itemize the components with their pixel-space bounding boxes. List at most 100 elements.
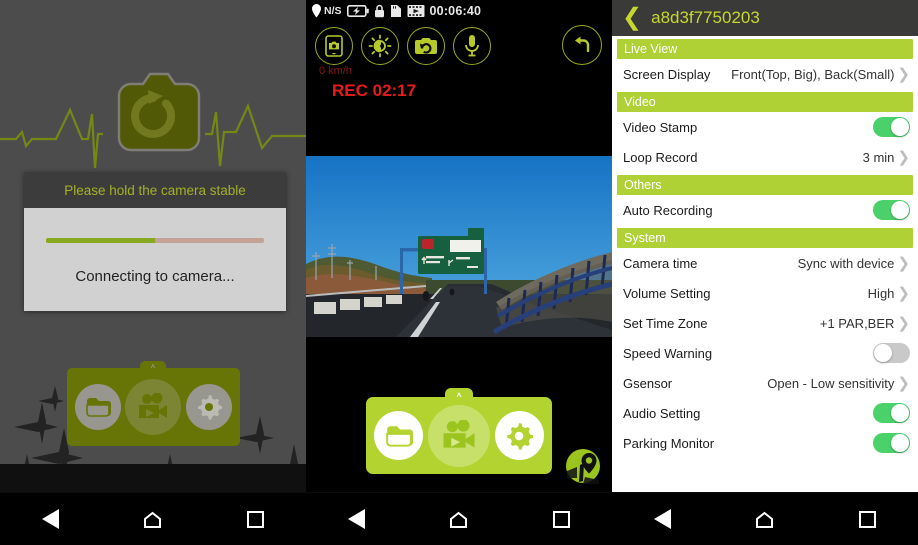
- android-navbar: [612, 492, 918, 545]
- triangle-back-icon[interactable]: [42, 509, 60, 529]
- screenshot-root: ˄: [0, 0, 918, 545]
- recording-clock: 00:06:40: [429, 4, 482, 18]
- video-camera-icon: [443, 420, 475, 448]
- brightness-icon: [368, 34, 392, 58]
- gallery-button[interactable]: [75, 384, 122, 430]
- panel1-floor-strip: [0, 464, 306, 492]
- settings-row-video-stamp[interactable]: Video Stamp: [612, 112, 918, 142]
- progress-bar-fill: [46, 238, 155, 243]
- settings-row-value: Front(Top, Big), Back(Small): [731, 66, 895, 82]
- folder-icon: [386, 425, 413, 447]
- settings-row-value: High: [867, 285, 895, 301]
- settings-row-set-time-zone[interactable]: Set Time Zone +1 PAR,BER ❯: [612, 308, 918, 338]
- live-view-screen: N/S 00:06:40 0 km/h REC 02:17 ˄: [306, 0, 612, 545]
- settings-row-label: Audio Setting: [623, 405, 701, 421]
- chevron-right-icon: ❯: [897, 284, 910, 302]
- toggle-knob: [891, 404, 909, 422]
- settings-row-value: Sync with device: [797, 255, 895, 271]
- settings-row-label: Screen Display: [623, 66, 711, 82]
- settings-row-camera-time[interactable]: Camera time Sync with device ❯: [612, 248, 918, 278]
- settings-row-label: Gsensor: [623, 375, 673, 391]
- triangle-back-icon[interactable]: [348, 509, 366, 529]
- dialog-title: Please hold the camera stable: [24, 172, 286, 208]
- chevron-right-icon: ❯: [897, 314, 910, 332]
- gear-icon: [507, 422, 534, 450]
- camera-tool-row: [315, 27, 491, 65]
- bottom-toolbar: [366, 397, 552, 474]
- section-header-video: Video: [617, 92, 913, 112]
- map-pin-icon[interactable]: [563, 447, 603, 485]
- settings-row-label: Camera time: [623, 255, 698, 271]
- dashcam-frame: [306, 156, 612, 337]
- toggle-audio-setting[interactable]: [873, 403, 910, 423]
- settings-row-volume-setting[interactable]: Volume Setting High ❯: [612, 278, 918, 308]
- toggle-video-stamp[interactable]: [873, 117, 910, 137]
- microphone-button[interactable]: [453, 27, 491, 65]
- settings-row-control: High ❯: [868, 286, 910, 301]
- settings-row-value: Open - Low sensitivity: [767, 375, 895, 391]
- settings-row-screen-display[interactable]: Screen Display Front(Top, Big), Back(Smal…: [612, 59, 918, 89]
- toggle-knob: [891, 118, 909, 136]
- video-preview[interactable]: [306, 156, 612, 337]
- settings-button[interactable]: [185, 384, 232, 430]
- sd-card-icon: [390, 5, 401, 17]
- live-view-button[interactable]: [427, 404, 490, 467]
- toggle-parking-monitor[interactable]: [873, 433, 910, 453]
- recording-status: REC 02:17: [332, 81, 417, 100]
- settings-button[interactable]: [494, 411, 544, 460]
- bottom-toolbar: [67, 368, 240, 446]
- toggle-knob: [891, 434, 909, 452]
- settings-row-control: [873, 200, 910, 220]
- settings-header: ❮ a8d3f7750203: [612, 0, 918, 36]
- dialog-body: Connecting to camera...: [24, 208, 286, 311]
- settings-row-parking-monitor[interactable]: Parking Monitor: [612, 428, 918, 458]
- dialog-message: Connecting to camera...: [75, 268, 235, 285]
- settings-row-control: [873, 403, 910, 423]
- square-recents-icon[interactable]: [552, 510, 570, 528]
- camera-statusbar: N/S 00:06:40: [306, 0, 612, 22]
- gallery-button[interactable]: [374, 411, 424, 460]
- home-icon[interactable]: [143, 510, 162, 529]
- toggle-knob: [891, 201, 909, 219]
- microphone-icon: [465, 35, 479, 57]
- chevron-right-icon: ❯: [897, 65, 910, 83]
- settings-row-control: [873, 117, 910, 137]
- square-recents-icon[interactable]: [246, 510, 264, 528]
- toggle-auto-recording[interactable]: [873, 200, 910, 220]
- triangle-back-icon[interactable]: [654, 509, 672, 529]
- settings-row-control: Front(Top, Big), Back(Small) ❯: [731, 67, 910, 82]
- settings-row-control: 3 min ❯: [863, 150, 910, 165]
- section-header-system: System: [617, 228, 913, 248]
- video-camera-icon: [139, 393, 168, 418]
- settings-row-label: Auto Recording: [623, 202, 713, 218]
- location-pin-icon: [312, 4, 321, 18]
- settings-row-value: +1 PAR,BER: [819, 315, 895, 331]
- phone-snapshot-icon: [325, 35, 343, 57]
- home-icon[interactable]: [755, 510, 774, 529]
- gps-status-label: N/S: [324, 5, 342, 17]
- home-icon[interactable]: [449, 510, 468, 529]
- settings-row-value: 3 min: [862, 149, 895, 165]
- camera-switch-button[interactable]: [407, 27, 445, 65]
- chevron-right-icon: ❯: [897, 254, 910, 272]
- live-view-button[interactable]: [125, 379, 182, 435]
- settings-row-gsensor[interactable]: Gsensor Open - Low sensitivity ❯: [612, 368, 918, 398]
- android-navbar: [0, 492, 306, 545]
- square-recents-icon[interactable]: [858, 510, 876, 528]
- section-header-others: Others: [617, 175, 913, 195]
- settings-row-speed-warning[interactable]: Speed Warning: [612, 338, 918, 368]
- toggle-speed-warning[interactable]: [873, 343, 910, 363]
- progress-bar: [46, 238, 264, 243]
- folder-icon: [86, 398, 112, 417]
- settings-row-label: Speed Warning: [623, 345, 713, 361]
- settings-row-control: Sync with device ❯: [798, 256, 910, 271]
- page-title: a8d3f7750203: [651, 8, 760, 27]
- back-button[interactable]: [562, 25, 602, 65]
- settings-row-label: Loop Record: [623, 149, 698, 165]
- settings-row-audio-setting[interactable]: Audio Setting: [612, 398, 918, 428]
- snapshot-to-phone-button[interactable]: [315, 27, 353, 65]
- chevron-left-icon[interactable]: ❮: [622, 6, 642, 30]
- brightness-button[interactable]: [361, 27, 399, 65]
- settings-row-loop-record[interactable]: Loop Record 3 min ❯: [612, 142, 918, 172]
- settings-row-auto-recording[interactable]: Auto Recording: [612, 195, 918, 225]
